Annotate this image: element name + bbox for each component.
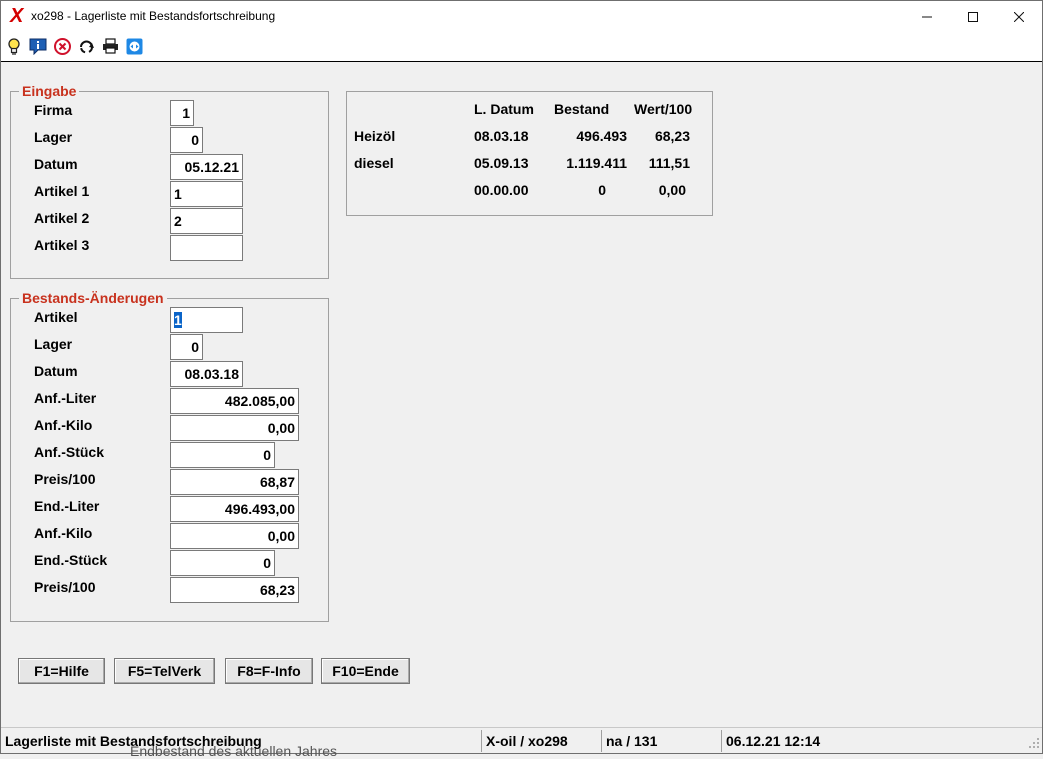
artikel-1-input[interactable]: 1 xyxy=(170,181,243,207)
title-bar: X xo298 - Lagerliste mit Bestandsfortsch… xyxy=(1,1,1042,32)
resize-grip-icon[interactable] xyxy=(1028,737,1040,749)
row-diesel-name: diesel xyxy=(354,155,394,171)
header-l-datum: L. Datum xyxy=(474,101,534,117)
bestand-title: Bestands-Änderugen xyxy=(19,290,167,306)
label-lager: Lager xyxy=(34,129,73,145)
preis-end-input[interactable]: 68,23 xyxy=(170,577,299,603)
status-app: X-oil / xo298 xyxy=(481,730,601,752)
end-stueck-input[interactable]: 0 xyxy=(170,550,275,576)
firma-input[interactable]: 1 xyxy=(170,100,194,126)
refresh-icon[interactable] xyxy=(77,37,95,55)
close-icon xyxy=(1014,11,1024,22)
printer-icon[interactable] xyxy=(101,37,119,55)
label-preis-end: Preis/100 xyxy=(34,579,96,595)
label-artikel-1: Artikel 1 xyxy=(34,183,90,199)
preis-anf-input[interactable]: 68,87 xyxy=(170,469,299,495)
header-bestand: Bestand xyxy=(554,101,610,117)
row-diesel-datum: 05.09.13 xyxy=(474,155,529,171)
anf-liter-input[interactable]: 482.085,00 xyxy=(170,388,299,414)
window-title: xo298 - Lagerliste mit Bestandsfortschre… xyxy=(31,9,276,23)
artikel-input[interactable]: 1 xyxy=(170,307,243,333)
anf-kilo-input[interactable]: 0,00 xyxy=(170,415,299,441)
row-heizoel-datum: 08.03.18 xyxy=(474,128,529,144)
label-datum: Datum xyxy=(34,156,78,172)
app-window: X xo298 - Lagerliste mit Bestandsfortsch… xyxy=(0,0,1043,754)
end-kilo-input[interactable]: 0,00 xyxy=(170,523,299,549)
row-empty-wert: 0,00 xyxy=(658,182,686,198)
minimize-icon xyxy=(922,16,932,17)
row-diesel-wert: 111,51 xyxy=(648,155,690,171)
datum-input[interactable]: 08.03.18 xyxy=(170,361,243,387)
bestand-group: Bestands-Änderugen Artikel 1 Lager 0 Dat… xyxy=(10,290,329,622)
row-heizoel-bestand: 496.493 xyxy=(576,128,627,144)
row-empty-bestand: 0 xyxy=(598,182,606,198)
maximize-icon xyxy=(968,11,978,22)
row-diesel-bestand: 1.119.411 xyxy=(566,155,627,171)
anf-stueck-input[interactable]: 0 xyxy=(170,442,275,468)
end-liter-input[interactable]: 496.493,00 xyxy=(170,496,299,522)
datum-input[interactable]: 05.12.21 xyxy=(170,154,243,180)
finfo-button[interactable]: F8=F-Info xyxy=(225,658,313,684)
stock-info-panel: L. Datum Bestand Wert/100 Heizöl 08.03.1… xyxy=(346,91,713,216)
help-button[interactable]: F1=Hilfe xyxy=(18,658,105,684)
eingabe-title: Eingabe xyxy=(19,83,80,99)
label-lager: Lager xyxy=(34,336,73,352)
label-artikel: Artikel xyxy=(34,309,78,325)
label-anf-liter: Anf.-Liter xyxy=(34,390,97,406)
minimize-button[interactable] xyxy=(904,1,950,32)
x-logo-icon: X xyxy=(10,5,24,27)
lightbulb-icon[interactable] xyxy=(5,37,23,55)
label-artikel-3: Artikel 3 xyxy=(34,237,90,253)
artikel-selected-text: 1 xyxy=(174,312,182,328)
artikel-3-input[interactable] xyxy=(170,235,243,261)
label-artikel-2: Artikel 2 xyxy=(34,210,90,226)
close-button[interactable] xyxy=(996,1,1042,32)
info-icon[interactable] xyxy=(29,37,47,55)
row-empty-datum: 00.00.00 xyxy=(474,182,529,198)
ghost-text: Endbestand des aktuellen Jahres xyxy=(130,743,338,759)
status-count: na / 131 xyxy=(601,730,721,752)
label-end-liter: End.-Liter xyxy=(34,498,100,514)
label-anf-stueck: Anf.-Stück xyxy=(34,444,104,460)
label-end-kilo: Anf.-Kilo xyxy=(34,525,93,541)
label-preis-anf: Preis/100 xyxy=(34,471,96,487)
eingabe-group: Eingabe Firma 1 Lager 0 Datum 05.12.21 A… xyxy=(10,83,329,279)
lager-input[interactable]: 0 xyxy=(170,127,203,153)
cancel-icon[interactable] xyxy=(53,37,71,55)
remote-icon[interactable] xyxy=(125,37,143,55)
label-firma: Firma xyxy=(34,102,73,118)
header-wert: Wert/100 xyxy=(634,101,693,117)
label-end-stueck: End.-Stück xyxy=(34,552,108,568)
status-datetime: 06.12.21 12:14 xyxy=(721,730,1042,752)
label-datum: Datum xyxy=(34,363,78,379)
row-heizoel-name: Heizöl xyxy=(354,128,396,144)
main-content: Eingabe Firma 1 Lager 0 Datum 05.12.21 A… xyxy=(1,62,1042,727)
toolbar xyxy=(1,32,1042,62)
exit-button[interactable]: F10=Ende xyxy=(321,658,410,684)
artikel-2-input[interactable]: 2 xyxy=(170,208,243,234)
lager-input[interactable]: 0 xyxy=(170,334,203,360)
label-anf-kilo: Anf.-Kilo xyxy=(34,417,93,433)
maximize-button[interactable] xyxy=(950,1,996,32)
telverk-button[interactable]: F5=TelVerk xyxy=(114,658,215,684)
row-heizoel-wert: 68,23 xyxy=(654,128,690,144)
